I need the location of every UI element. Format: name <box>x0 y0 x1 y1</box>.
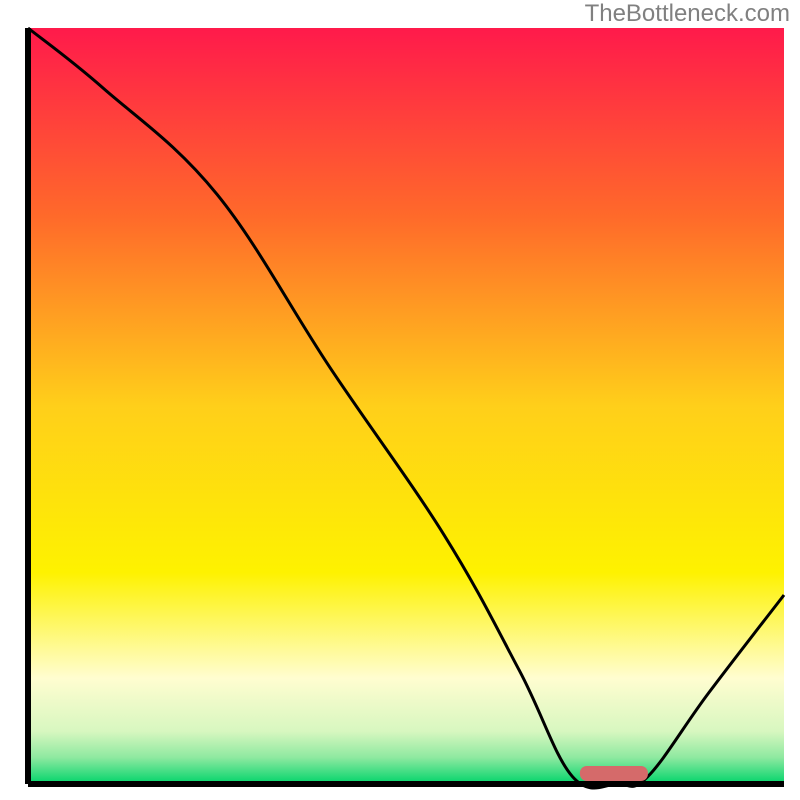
optimal-marker <box>580 766 648 781</box>
chart-gradient-bg <box>28 28 784 784</box>
chart-container: TheBottleneck.com <box>0 0 800 800</box>
bottleneck-chart <box>0 0 800 800</box>
watermark-text: TheBottleneck.com <box>585 0 790 28</box>
